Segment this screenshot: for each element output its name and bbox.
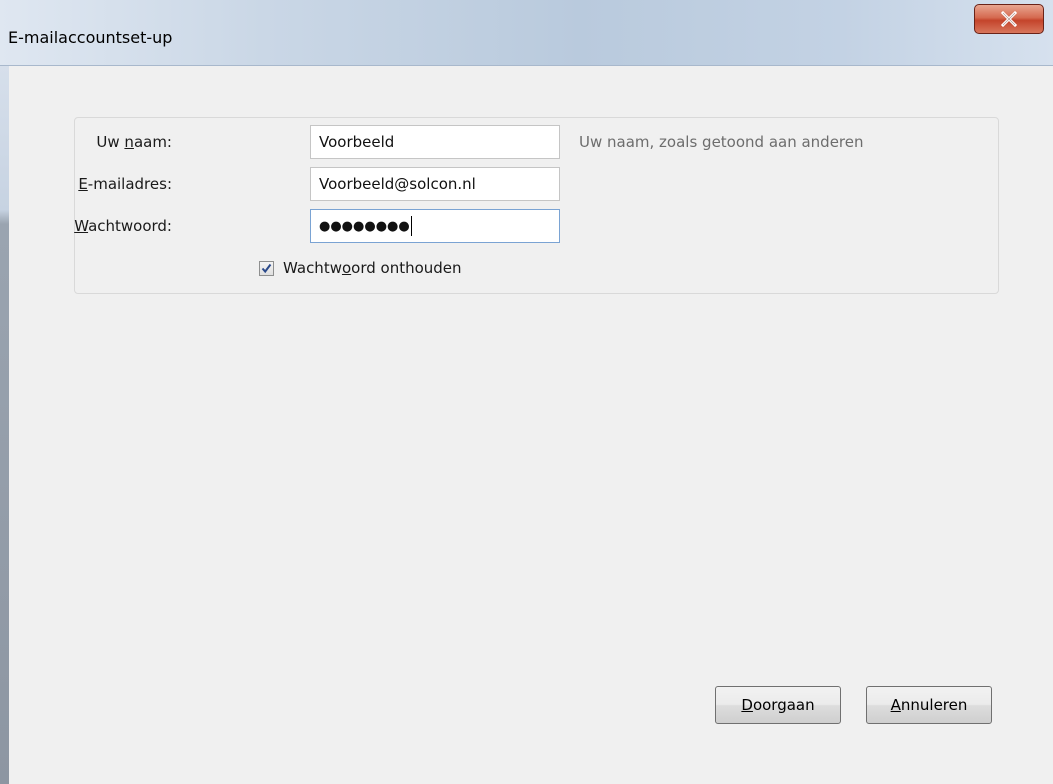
window-left-border [0,66,9,784]
name-hint: Uw naam, zoals getoond aan anderen [579,133,864,151]
dialog-window: E-mailaccountset-up Uw naam: Uw naam, zo… [0,0,1053,784]
password-label: Wachtwoord: [74,217,172,235]
dialog-body: Uw naam: Uw naam, zoals getoond aan ande… [9,66,1053,784]
checkbox-box[interactable] [259,260,274,276]
continue-button[interactable]: Doorgaan [715,686,841,724]
window-title: E-mailaccountset-up [8,28,173,47]
title-bar[interactable]: E-mailaccountset-up [0,0,1053,66]
account-form-panel: Uw naam: Uw naam, zoals getoond aan ande… [74,117,999,294]
checkmark-icon [261,263,272,273]
text-caret [410,216,412,236]
email-label: E-mailadres: [78,175,172,193]
name-label: Uw naam: [96,133,172,151]
close-icon [1000,11,1018,27]
remember-password-label: Wachtwoord onthouden [283,259,462,277]
email-input[interactable] [310,167,560,201]
close-button[interactable] [974,4,1044,34]
name-input[interactable] [310,125,560,159]
cancel-button[interactable]: Annuleren [866,686,992,724]
remember-password-checkbox[interactable]: Wachtwoord onthouden [259,259,462,277]
password-input[interactable]: ●●●●●●●● [310,209,560,243]
password-mask: ●●●●●●●● [319,218,410,234]
